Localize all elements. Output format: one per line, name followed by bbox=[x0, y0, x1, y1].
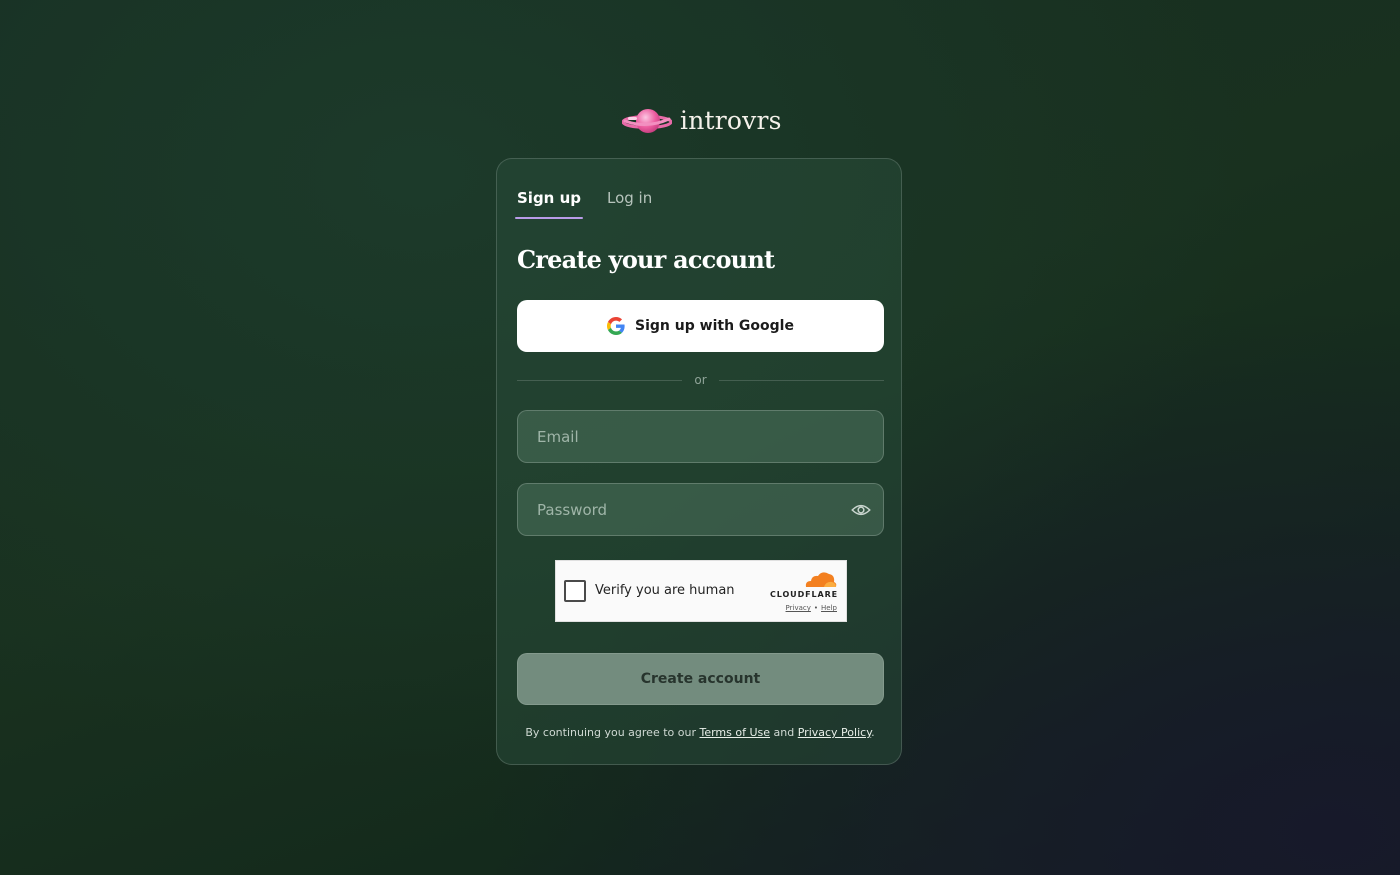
signup-card: Sign up Log in Create your account Sign … bbox=[496, 158, 902, 765]
privacy-policy-link[interactable]: Privacy Policy bbox=[798, 726, 871, 739]
brand-logo[interactable]: introvrs bbox=[622, 104, 782, 138]
brand-name: introvrs bbox=[680, 106, 782, 135]
legal-conjunction: and bbox=[773, 726, 795, 739]
captcha-privacy-link[interactable]: Privacy bbox=[786, 604, 811, 612]
captcha-label: Verify you are human bbox=[595, 583, 735, 598]
captcha-widget: Verify you are human CLOUDFLARE Privacy … bbox=[555, 560, 847, 622]
google-icon bbox=[607, 317, 625, 335]
tab-log-in[interactable]: Log in bbox=[607, 189, 652, 219]
eye-icon[interactable] bbox=[851, 501, 871, 519]
create-account-button[interactable]: Create account bbox=[517, 653, 884, 705]
captcha-link-separator: • bbox=[813, 604, 819, 612]
legal-notice: By continuing you agree to our Terms of … bbox=[497, 726, 903, 739]
terms-of-use-link[interactable]: Terms of Use bbox=[699, 726, 770, 739]
planet-icon bbox=[622, 109, 672, 133]
page-title: Create your account bbox=[517, 245, 775, 274]
google-signup-button[interactable]: Sign up with Google bbox=[517, 300, 884, 352]
legal-prefix: By continuing you agree to our bbox=[525, 726, 696, 739]
captcha-links: Privacy • Help bbox=[786, 604, 837, 612]
divider-line-left bbox=[517, 379, 683, 381]
password-field[interactable] bbox=[517, 483, 884, 536]
divider-line-right bbox=[718, 379, 884, 381]
auth-tabs: Sign up Log in bbox=[515, 189, 652, 219]
or-divider: or bbox=[517, 373, 884, 387]
captcha-help-link[interactable]: Help bbox=[821, 604, 837, 612]
divider-text: or bbox=[694, 373, 707, 387]
google-button-label: Sign up with Google bbox=[635, 318, 794, 334]
captcha-checkbox[interactable] bbox=[564, 580, 586, 602]
email-field[interactable] bbox=[517, 410, 884, 463]
legal-suffix: . bbox=[871, 726, 875, 739]
cloudflare-cloud-icon bbox=[805, 572, 837, 587]
tab-sign-up[interactable]: Sign up bbox=[515, 189, 583, 219]
cloudflare-wordmark: CLOUDFLARE bbox=[770, 590, 838, 599]
